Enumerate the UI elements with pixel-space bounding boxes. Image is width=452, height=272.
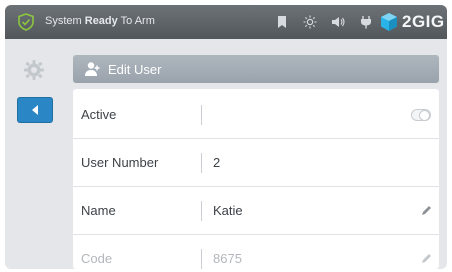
edit-user-header: Edit User — [73, 55, 439, 83]
row-label: Name — [81, 203, 116, 218]
row-label: Active — [81, 107, 117, 122]
bookmark-icon[interactable] — [275, 15, 289, 29]
form-row-name[interactable]: Name Katie — [73, 187, 439, 235]
back-button[interactable] — [17, 97, 53, 123]
user-icon — [85, 62, 100, 76]
name-value[interactable]: Katie — [213, 203, 243, 218]
page-title: Edit User — [108, 61, 162, 77]
row-divider — [201, 249, 202, 269]
back-arrow-icon — [32, 105, 38, 115]
user-number-value: 2 — [213, 155, 221, 170]
status-bar: System Ready To Arm 2GIG — [5, 5, 447, 39]
form-row-code[interactable]: Code 8675 — [73, 235, 439, 269]
pencil-icon[interactable] — [421, 205, 432, 216]
status-state: Ready — [84, 15, 118, 27]
row-divider — [201, 201, 202, 221]
system-status: System Ready To Arm — [45, 15, 155, 27]
gear-icon[interactable] — [23, 59, 45, 81]
row-divider — [201, 105, 202, 125]
code-value[interactable]: 8675 — [213, 251, 242, 266]
form-row-active: Active — [73, 91, 439, 139]
shield-icon[interactable] — [17, 13, 35, 31]
speaker-icon[interactable] — [331, 15, 345, 29]
user-form: Active User Number 2 Name Katie Code 867… — [73, 89, 439, 269]
active-toggle[interactable] — [411, 109, 431, 121]
pencil-icon[interactable] — [421, 253, 432, 264]
plug-icon[interactable] — [359, 15, 373, 29]
row-divider — [201, 153, 202, 173]
sun-icon[interactable] — [303, 15, 317, 29]
status-prefix: System — [45, 15, 82, 27]
cube-icon — [381, 13, 397, 31]
form-row-user-number: User Number 2 — [73, 139, 439, 187]
brand-logo: 2GIG — [379, 11, 445, 33]
status-suffix: To Arm — [120, 15, 155, 27]
screen: System Ready To Arm 2GIG Edit User Activ… — [5, 5, 447, 269]
row-label: User Number — [81, 155, 159, 170]
toggle-knob — [419, 110, 430, 121]
row-label: Code — [81, 251, 113, 266]
status-icons — [275, 14, 373, 30]
brand-name: 2GIG — [402, 12, 445, 31]
